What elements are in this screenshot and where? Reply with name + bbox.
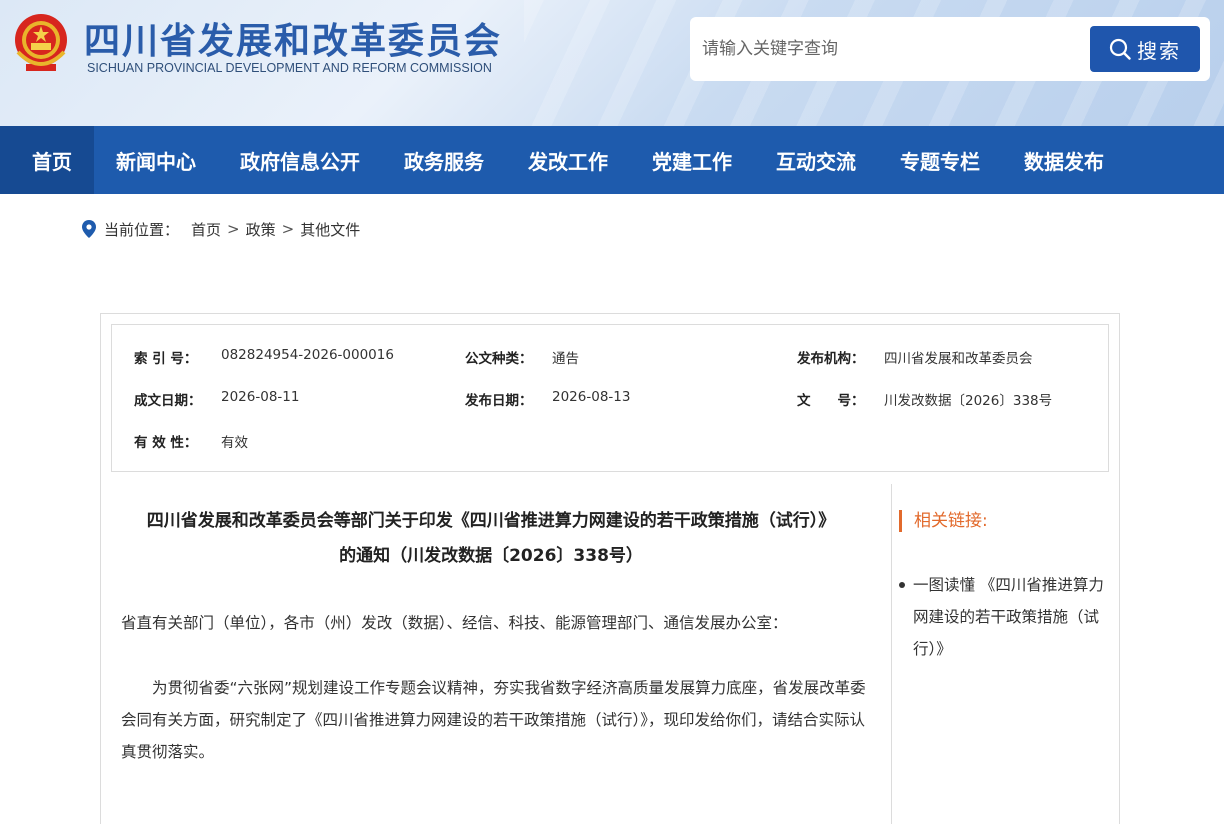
publish-date-value: 2026-08-13: [552, 389, 631, 405]
search-input[interactable]: [702, 31, 1082, 67]
breadcrumb-item-policy[interactable]: 政策: [246, 219, 276, 240]
national-emblem-icon[interactable]: [12, 12, 70, 74]
related-links-title: 相关链接:: [899, 510, 988, 532]
nav-item-news[interactable]: 新闻中心: [94, 126, 218, 194]
nav-item-data-release[interactable]: 数据发布: [1002, 126, 1126, 194]
written-date-value: 2026-08-11: [221, 389, 300, 405]
nav-item-topics[interactable]: 专题专栏: [878, 126, 1002, 194]
nav-item-gov-info[interactable]: 政府信息公开: [218, 126, 382, 194]
written-date-label: 成文日期：: [134, 393, 202, 409]
breadcrumb-prefix: 当前位置：: [104, 220, 180, 239]
validity-value: 有效: [221, 435, 248, 451]
article-title-line: 的通知（川发改数据〔2026〕338号）: [339, 546, 643, 566]
meta-row: 成文日期： 2026-08-11 发布日期： 2026-08-13 文 号： 川…: [112, 389, 1110, 409]
location-pin-icon: [82, 220, 96, 238]
doc-type-value: 通告: [552, 351, 579, 367]
meta-row: 有 效 性： 有效: [112, 431, 1110, 451]
index-no-label: 索 引 号：: [134, 351, 198, 367]
publisher-label: 发布机构：: [797, 351, 865, 367]
breadcrumb-item-home[interactable]: 首页: [191, 219, 221, 240]
content-frame: 索 引 号： 082824954-2026-000016 公文种类： 通告 发布…: [100, 313, 1120, 824]
doc-no-value: 川发改数据〔2026〕338号: [884, 393, 1053, 409]
related-links-list: 一图读懂 《四川省推进算力网建设的若干政策措施（试行）》: [899, 569, 1113, 665]
doc-no-label: 文 号：: [797, 393, 865, 409]
nav-item-home[interactable]: 首页: [0, 126, 94, 194]
search-button[interactable]: 搜索: [1090, 26, 1200, 72]
breadcrumb-separator: >: [227, 220, 240, 238]
article-title-line: 四川省发展和改革委员会等部门关于印发《四川省推进算力网建设的若干政策措施（试行）…: [146, 511, 836, 531]
search-icon: [1109, 38, 1131, 60]
article-title: 四川省发展和改革委员会等部门关于印发《四川省推进算力网建设的若干政策措施（试行）…: [101, 504, 881, 574]
breadcrumb: 当前位置： 首页 > 政策 > 其他文件: [82, 218, 360, 240]
doc-type-label: 公文种类：: [465, 351, 533, 367]
related-link[interactable]: 一图读懂 《四川省推进算力网建设的若干政策措施（试行）》: [913, 576, 1104, 658]
site-name[interactable]: 四川省发展和改革委员会: [84, 12, 502, 64]
meta-row: 索 引 号： 082824954-2026-000016 公文种类： 通告 发布…: [112, 347, 1110, 367]
publisher-value: 四川省发展和改革委员会: [884, 351, 1033, 367]
list-item: 一图读懂 《四川省推进算力网建设的若干政策措施（试行）》: [899, 569, 1113, 665]
search-box: 搜索: [690, 17, 1210, 81]
nav-item-services[interactable]: 政务服务: [382, 126, 506, 194]
main-nav: 首页 新闻中心 政府信息公开 政务服务 发改工作 党建工作 互动交流 专题专栏 …: [0, 126, 1224, 194]
article-salutation: 省直有关部门（单位），各市（州）发改（数据）、经信、科技、能源管理部门、通信发展…: [121, 614, 788, 632]
validity-label: 有 效 性：: [134, 435, 198, 451]
nav-item-reform-work[interactable]: 发改工作: [506, 126, 630, 194]
breadcrumb-separator: >: [281, 220, 295, 238]
nav-item-party-work[interactable]: 党建工作: [630, 126, 754, 194]
index-no-value: 082824954-2026-000016: [221, 347, 394, 363]
column-divider: [891, 484, 892, 824]
publish-date-label: 发布日期：: [465, 393, 533, 409]
document-meta-table: 索 引 号： 082824954-2026-000016 公文种类： 通告 发布…: [111, 324, 1109, 472]
site-name-en: SICHUAN PROVINCIAL DEVELOPMENT AND REFOR…: [87, 61, 492, 75]
search-button-label: 搜索: [1137, 38, 1181, 63]
bullet-icon: [899, 582, 905, 588]
site-header: 四川省发展和改革委员会 SICHUAN PROVINCIAL DEVELOPME…: [0, 0, 1224, 126]
article-paragraph: 为贯彻省委“六张网”规划建设工作专题会议精神，夯实我省数字经济高质量发展算力底座…: [121, 679, 866, 761]
breadcrumb-item-other-files[interactable]: 其他文件: [300, 219, 360, 240]
nav-item-interaction[interactable]: 互动交流: [754, 126, 878, 194]
